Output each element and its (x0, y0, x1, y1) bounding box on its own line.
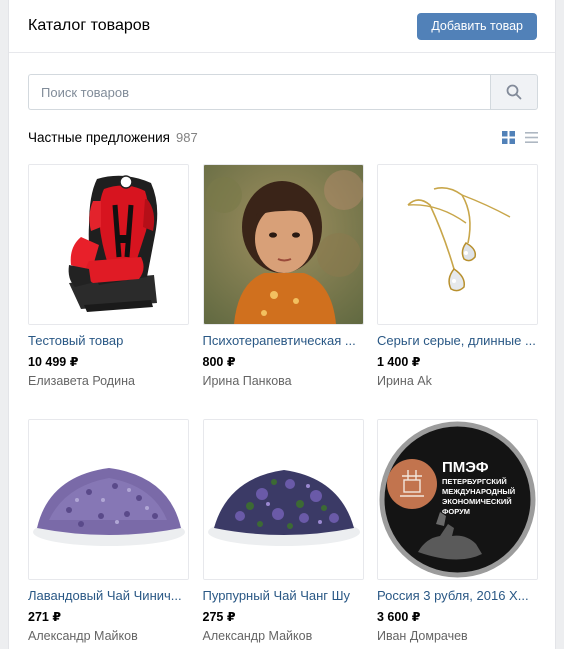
product-grid: Тестовый товар 10 499 ₽ Елизавета Родина (28, 164, 538, 649)
product-card[interactable]: ПМЭФ ПЕТЕРБУРГСКИЙ МЕЖДУНАРОДНЫЙ ЭКОНОМИ… (377, 419, 538, 649)
product-seller: Ирина Ak (377, 374, 432, 388)
product-thumbnail[interactable] (202, 164, 364, 325)
product-card[interactable]: Тестовый товар 10 499 ₽ Елизавета Родина (28, 164, 189, 419)
product-seller: Александр Майков (202, 629, 313, 643)
lavender-tea-image (29, 420, 188, 579)
view-toggles (502, 130, 538, 144)
search-icon (506, 84, 522, 100)
product-price: 800 ₽ (202, 355, 236, 369)
product-thumbnail[interactable] (377, 164, 538, 325)
coin-line-4: ЭКОНОМИЧЕСКИЙ (442, 497, 512, 506)
product-price: 3 600 ₽ (377, 610, 421, 624)
product-seller: Елизавета Родина (28, 374, 135, 388)
search-bar (28, 74, 538, 110)
coin-title: ПМЭФ (442, 459, 489, 476)
product-card[interactable]: Пурпурный Чай Чанг Шу 275 ₽ Александр Ма… (202, 419, 364, 649)
product-price: 10 499 ₽ (28, 355, 79, 369)
car-seat-image (29, 165, 188, 324)
coin-image: ПМЭФ ПЕТЕРБУРГСКИЙ МЕЖДУНАРОДНЫЙ ЭКОНОМИ… (378, 420, 537, 579)
section-title-wrap: Частные предложения 987 (28, 130, 198, 145)
product-price: 275 ₽ (202, 610, 236, 624)
product-title[interactable]: Психотерапевтическая ... (203, 333, 364, 348)
coin-line-2: ПЕТЕРБУРГСКИЙ (442, 477, 507, 486)
product-price: 271 ₽ (28, 610, 62, 624)
product-seller: Иван Домрачев (377, 629, 468, 643)
section-count: 987 (176, 129, 198, 145)
product-title[interactable]: Тестовый товар (28, 333, 189, 348)
list-view-icon[interactable] (525, 131, 538, 144)
product-thumbnail[interactable]: ПМЭФ ПЕТЕРБУРГСКИЙ МЕЖДУНАРОДНЫЙ ЭКОНОМИ… (377, 419, 538, 580)
child-portrait-image (203, 165, 363, 324)
grid-view-icon[interactable] (502, 130, 515, 144)
purple-tea-image (203, 420, 363, 579)
product-title[interactable]: Лавандовый Чай Чинич... (28, 588, 189, 603)
product-title[interactable]: Пурпурный Чай Чанг Шу (203, 588, 364, 603)
product-title[interactable]: Россия 3 рубля, 2016 Х... (377, 588, 538, 603)
product-thumbnail[interactable] (28, 164, 189, 325)
catalog-panel: Каталог товаров Добавить товар Частные п… (8, 0, 556, 649)
product-price: 1 400 ₽ (377, 355, 421, 369)
section-title: Частные предложения (28, 129, 170, 145)
product-seller: Ирина Панкова (202, 374, 292, 388)
product-seller: Александр Майков (28, 629, 138, 643)
search-button[interactable] (490, 74, 538, 110)
product-card[interactable]: Лавандовый Чай Чинич... 271 ₽ Александр … (28, 419, 189, 649)
product-card[interactable]: Серьги серые, длинные ... 1 400 ₽ Ирина … (377, 164, 538, 419)
product-thumbnail[interactable] (28, 419, 189, 580)
coin-line-3: МЕЖДУНАРОДНЫЙ (442, 487, 515, 496)
section-header: Частные предложения 987 (28, 128, 538, 146)
search-input[interactable] (28, 74, 490, 110)
product-title[interactable]: Серьги серые, длинные ... (377, 333, 538, 348)
coin-line-5: ФОРУМ (442, 507, 470, 516)
product-thumbnail[interactable] (202, 419, 364, 580)
add-product-button[interactable]: Добавить товар (417, 12, 537, 40)
page-title: Каталог товаров (28, 17, 151, 34)
catalog-header: Каталог товаров Добавить товар (9, 0, 555, 53)
product-card[interactable]: Психотерапевтическая ... 800 ₽ Ирина Пан… (202, 164, 364, 419)
earrings-image (378, 165, 537, 324)
